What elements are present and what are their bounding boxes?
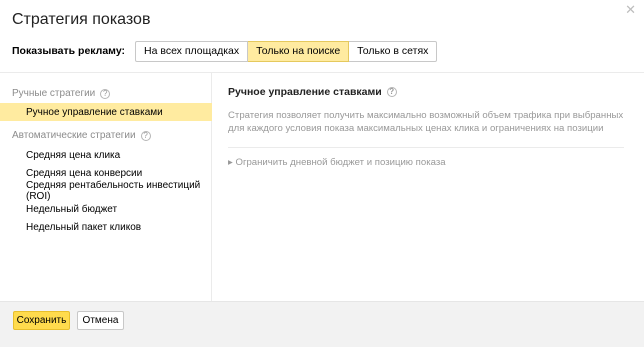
show-ads-row: Показывать рекламу: На всех площадках То…	[12, 40, 438, 62]
help-icon[interactable]: ?	[140, 130, 151, 141]
sidebar-item-manual-bids[interactable]: Ручное управление ставками	[0, 103, 212, 121]
help-icon[interactable]: ?	[100, 88, 111, 99]
auto-strategies-label: Автоматические стратегии	[12, 130, 136, 141]
cancel-button[interactable]: Отмена	[77, 311, 124, 330]
divider	[228, 147, 624, 148]
option-all-platforms[interactable]: На всех площадках	[135, 40, 249, 62]
sidebar-item-avg-roi[interactable]: Средняя рентабельность инвестиций (ROI)	[0, 180, 212, 202]
show-ads-label: Показывать рекламу:	[12, 45, 126, 57]
auto-strategies-group: Автоматические стратегии ?	[12, 130, 151, 141]
content-description: Стратегия позволяет получить максимально…	[228, 110, 624, 134]
dialog-title: Стратегия показов	[12, 11, 151, 28]
sidebar-item-weekly-clicks[interactable]: Недельный пакет кликов	[0, 218, 212, 236]
save-button[interactable]: Сохранить	[13, 311, 70, 330]
dialog-body: Ручные стратегии ? Ручное управление ста…	[0, 72, 644, 302]
manual-strategies-group: Ручные стратегии ?	[12, 88, 111, 99]
show-ads-segmented-control: На всех площадках Только на поиске Тольк…	[135, 40, 438, 62]
dialog-footer: Сохранить Отмена	[0, 301, 644, 347]
manual-strategies-label: Ручные стратегии	[12, 88, 96, 99]
strategy-sidebar: Ручные стратегии ? Ручное управление ста…	[0, 73, 212, 302]
sidebar-item-avg-cpc[interactable]: Средняя цена клика	[0, 146, 212, 164]
help-icon[interactable]: ?	[386, 87, 397, 97]
option-search-only[interactable]: Только на поиске	[248, 40, 350, 62]
close-icon[interactable]: ✕	[625, 3, 636, 17]
limit-budget-expander[interactable]: ▸ Ограничить дневной бюджет и позицию по…	[228, 157, 446, 168]
option-networks-only[interactable]: Только в сетях	[349, 40, 438, 62]
strategy-dialog: Стратегия показов ✕ Показывать рекламу: …	[0, 0, 644, 347]
content-title-row: Ручное управление ставками ?	[228, 86, 397, 98]
sidebar-item-weekly-budget[interactable]: Недельный бюджет	[0, 200, 212, 218]
content-title: Ручное управление ставками	[228, 86, 382, 98]
